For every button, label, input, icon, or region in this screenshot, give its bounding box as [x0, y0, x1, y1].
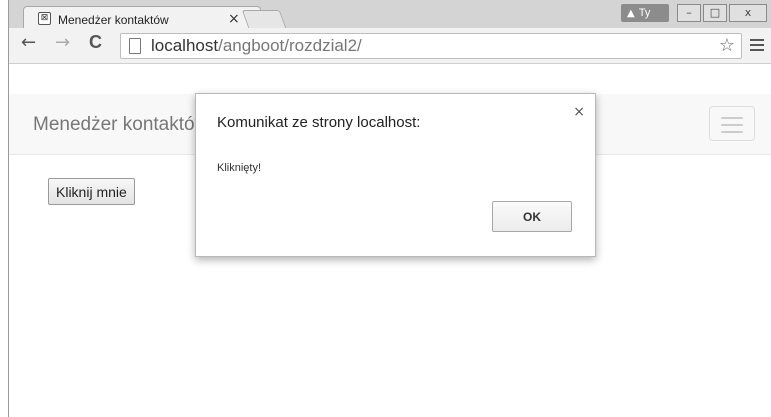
bookmark-star-icon[interactable]: ☆ [719, 35, 735, 56]
reload-icon[interactable]: C [89, 32, 102, 53]
url-path: /angboot/rozdzial2/ [218, 36, 362, 55]
url-host: localhost [151, 36, 219, 55]
new-tab-button[interactable] [241, 10, 287, 28]
close-window-button[interactable]: x [729, 4, 767, 22]
warning-icon: ▲ [627, 8, 635, 19]
page-icon [129, 38, 141, 54]
profile-button[interactable]: ▲ Ty [621, 4, 669, 22]
click-me-button[interactable]: Kliknij mnie [48, 178, 135, 205]
forward-icon[interactable]: → [55, 32, 70, 53]
back-icon[interactable]: ← [21, 32, 36, 53]
ok-button[interactable]: OK [492, 201, 572, 232]
tab-close-icon[interactable]: × [228, 11, 240, 27]
dialog-close-icon[interactable]: × [573, 104, 585, 120]
tab-title: Menedżer kontaktów [58, 13, 169, 27]
alert-dialog: Komunikat ze strony localhost: × Kliknię… [195, 93, 596, 257]
maximize-button[interactable]: □ [703, 4, 727, 22]
navbar-toggle-icon[interactable] [709, 106, 755, 141]
navbar-brand[interactable]: Menedżer kontaktów [33, 114, 208, 136]
dialog-title: Komunikat ze strony localhost: [217, 114, 421, 131]
favicon-icon: ⊠ [38, 12, 51, 25]
minimize-button[interactable]: – [677, 4, 701, 22]
title-bar: ⊠ Menedżer kontaktów × ▲ Ty – □ x [9, 0, 771, 32]
browser-menu-icon[interactable] [750, 39, 764, 51]
address-bar[interactable]: localhost/angboot/rozdzial2/ ☆ [120, 33, 742, 59]
browser-window: ⊠ Menedżer kontaktów × ▲ Ty – □ x ← → C l… [8, 0, 771, 417]
browser-toolbar: ← → C localhost/angboot/rozdzial2/ ☆ [9, 28, 771, 64]
dialog-message: Kliknięty! [217, 162, 262, 174]
url-text: localhost/angboot/rozdzial2/ [151, 36, 362, 56]
profile-label: Ty [638, 7, 651, 19]
